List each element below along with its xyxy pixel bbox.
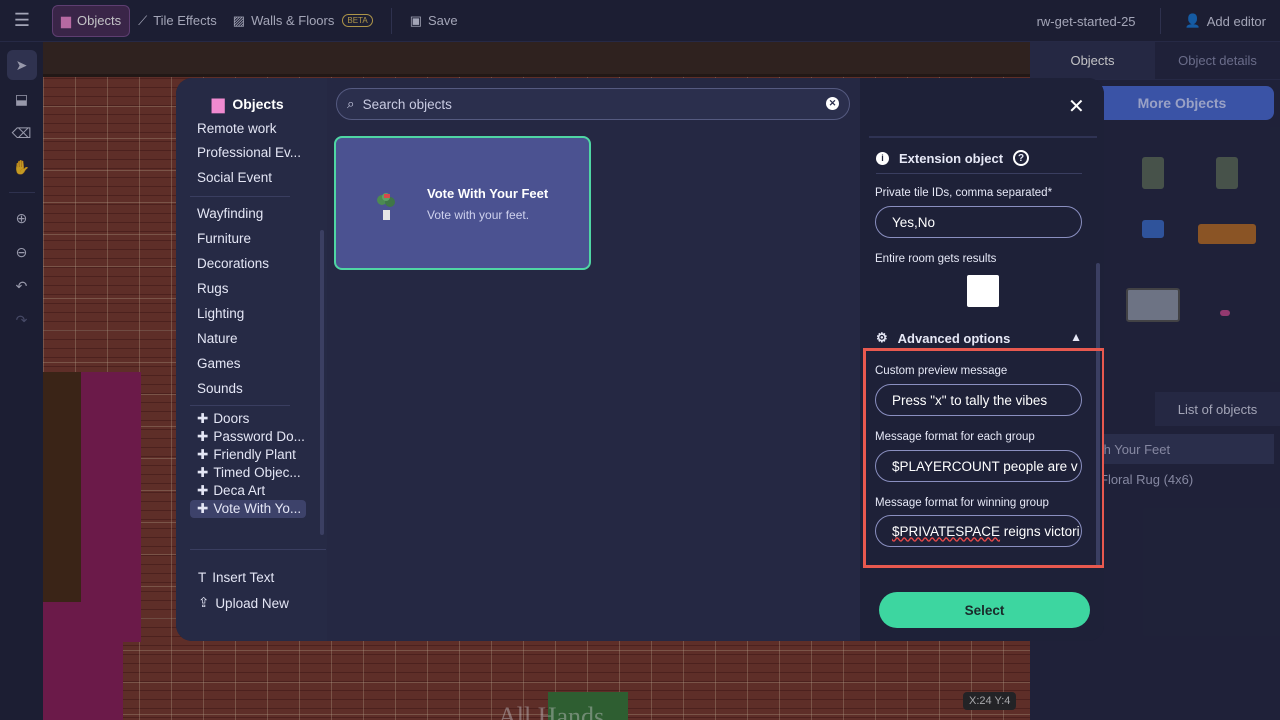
insert-text-button[interactable]: T Insert Text: [198, 570, 274, 585]
winning-format-rest: reigns victori: [1000, 523, 1080, 539]
entire-room-checkbox[interactable]: [967, 275, 999, 307]
puzzle-icon: ✚: [197, 501, 209, 516]
info-icon: i: [876, 151, 889, 165]
category-item[interactable]: Furniture: [190, 226, 306, 251]
modal-title-label: Objects: [232, 96, 284, 112]
winning-format-token: $PRIVATESPACE: [892, 523, 1001, 539]
clear-search-icon[interactable]: ✕: [826, 97, 839, 110]
puzzle-icon: ✚: [197, 429, 209, 444]
category-item[interactable]: Wayfinding: [190, 201, 306, 226]
extension-item-vote-with-your-feet[interactable]: ✚ Vote With Yo...: [190, 500, 306, 518]
advanced-options-toggle[interactable]: ⚙ Advanced options ▲: [876, 330, 1082, 346]
chevron-up-icon: ▲: [1070, 330, 1082, 344]
category-item[interactable]: Games: [190, 351, 306, 376]
search-placeholder: Search objects: [362, 96, 452, 112]
preview-message-field[interactable]: Press "x" to tally the vibes: [875, 384, 1082, 416]
extension-item-friendly-plant[interactable]: ✚ Friendly Plant: [190, 446, 306, 464]
extension-label: Doors: [213, 411, 250, 426]
object-card-description: Vote with your feet.: [427, 208, 530, 222]
puzzle-icon: ✚: [197, 483, 209, 498]
winning-format-label: Message format for winning group: [875, 497, 1049, 509]
category-sidebar: ▆ Objects Remote work Professional Ev...…: [176, 78, 327, 641]
vote-plant-icon: [377, 193, 395, 220]
extension-label: Vote With Yo...: [213, 501, 302, 516]
upload-new-button[interactable]: ⇪ Upload New: [198, 595, 289, 611]
extension-item-password-door[interactable]: ✚ Password Do...: [190, 428, 306, 446]
extension-label: Friendly Plant: [213, 447, 296, 462]
close-icon[interactable]: ✕: [1068, 94, 1085, 119]
category-item[interactable]: Sounds: [190, 376, 306, 401]
object-card-title: Vote With Your Feet: [427, 186, 549, 201]
winning-format-field[interactable]: $PRIVATESPACE reigns victori: [875, 515, 1082, 547]
group-format-label: Message format for each group: [875, 431, 1035, 443]
text-icon: T: [198, 570, 207, 585]
search-icon: ⌕: [347, 96, 355, 111]
object-card[interactable]: Vote With Your Feet Vote with your feet.: [334, 136, 591, 270]
extension-item-timed-object[interactable]: ✚ Timed Objec...: [190, 464, 306, 482]
insert-text-label: Insert Text: [212, 570, 275, 585]
extension-heading: i Extension object ?: [876, 150, 1030, 166]
category-divider: [190, 196, 290, 197]
category-item[interactable]: Decorations: [190, 251, 306, 276]
category-scrollbar[interactable]: [320, 230, 324, 535]
category-divider: [190, 405, 290, 406]
entire-room-label: Entire room gets results: [875, 253, 997, 265]
details-divider: [869, 136, 1097, 138]
object-results: ⌕ Search objects ✕ Vote With Your Feet V…: [327, 78, 860, 641]
upload-icon: ⇪: [198, 595, 210, 610]
objects-modal: ▆ Objects Remote work Professional Ev...…: [176, 78, 1104, 641]
extension-heading-label: Extension object: [899, 150, 1004, 166]
section-divider: [876, 173, 1082, 174]
extension-label: Deca Art: [213, 483, 266, 498]
upload-new-label: Upload New: [215, 595, 289, 611]
preview-message-label: Custom preview message: [875, 365, 1008, 377]
category-item[interactable]: Social Event: [190, 165, 306, 190]
select-button[interactable]: Select: [879, 592, 1090, 628]
search-input[interactable]: ⌕ Search objects ✕: [336, 88, 850, 120]
category-item[interactable]: Professional Ev...: [190, 140, 306, 165]
sofa-icon: ▆: [212, 96, 225, 113]
puzzle-icon: ✚: [197, 465, 209, 480]
modal-title: ▆ Objects: [212, 94, 284, 114]
advanced-options-label: Advanced options: [897, 330, 1011, 346]
category-item[interactable]: Rugs: [190, 276, 306, 301]
puzzle-icon: ✚: [197, 411, 209, 426]
private-tile-ids-field[interactable]: Yes,No: [875, 206, 1082, 238]
object-details-panel: ✕ i Extension object ? Private tile IDs,…: [860, 78, 1104, 641]
extension-label: Timed Objec...: [213, 465, 301, 480]
extension-label: Password Do...: [213, 429, 305, 444]
help-icon[interactable]: ?: [1013, 150, 1030, 166]
category-item[interactable]: Remote work: [190, 122, 306, 140]
footer-divider: [190, 549, 326, 550]
extension-item-deca-art[interactable]: ✚ Deca Art: [190, 482, 306, 500]
private-tile-label: Private tile IDs, comma separated*: [875, 187, 1053, 199]
extension-item-doors[interactable]: ✚ Doors: [190, 410, 306, 428]
gear-icon: ⚙: [876, 330, 888, 345]
category-list: Remote work Professional Ev... Social Ev…: [190, 122, 306, 540]
puzzle-icon: ✚: [197, 447, 209, 462]
category-item[interactable]: Nature: [190, 326, 306, 351]
category-item[interactable]: Lighting: [190, 301, 306, 326]
group-format-field[interactable]: $PLAYERCOUNT people are v: [875, 450, 1082, 482]
